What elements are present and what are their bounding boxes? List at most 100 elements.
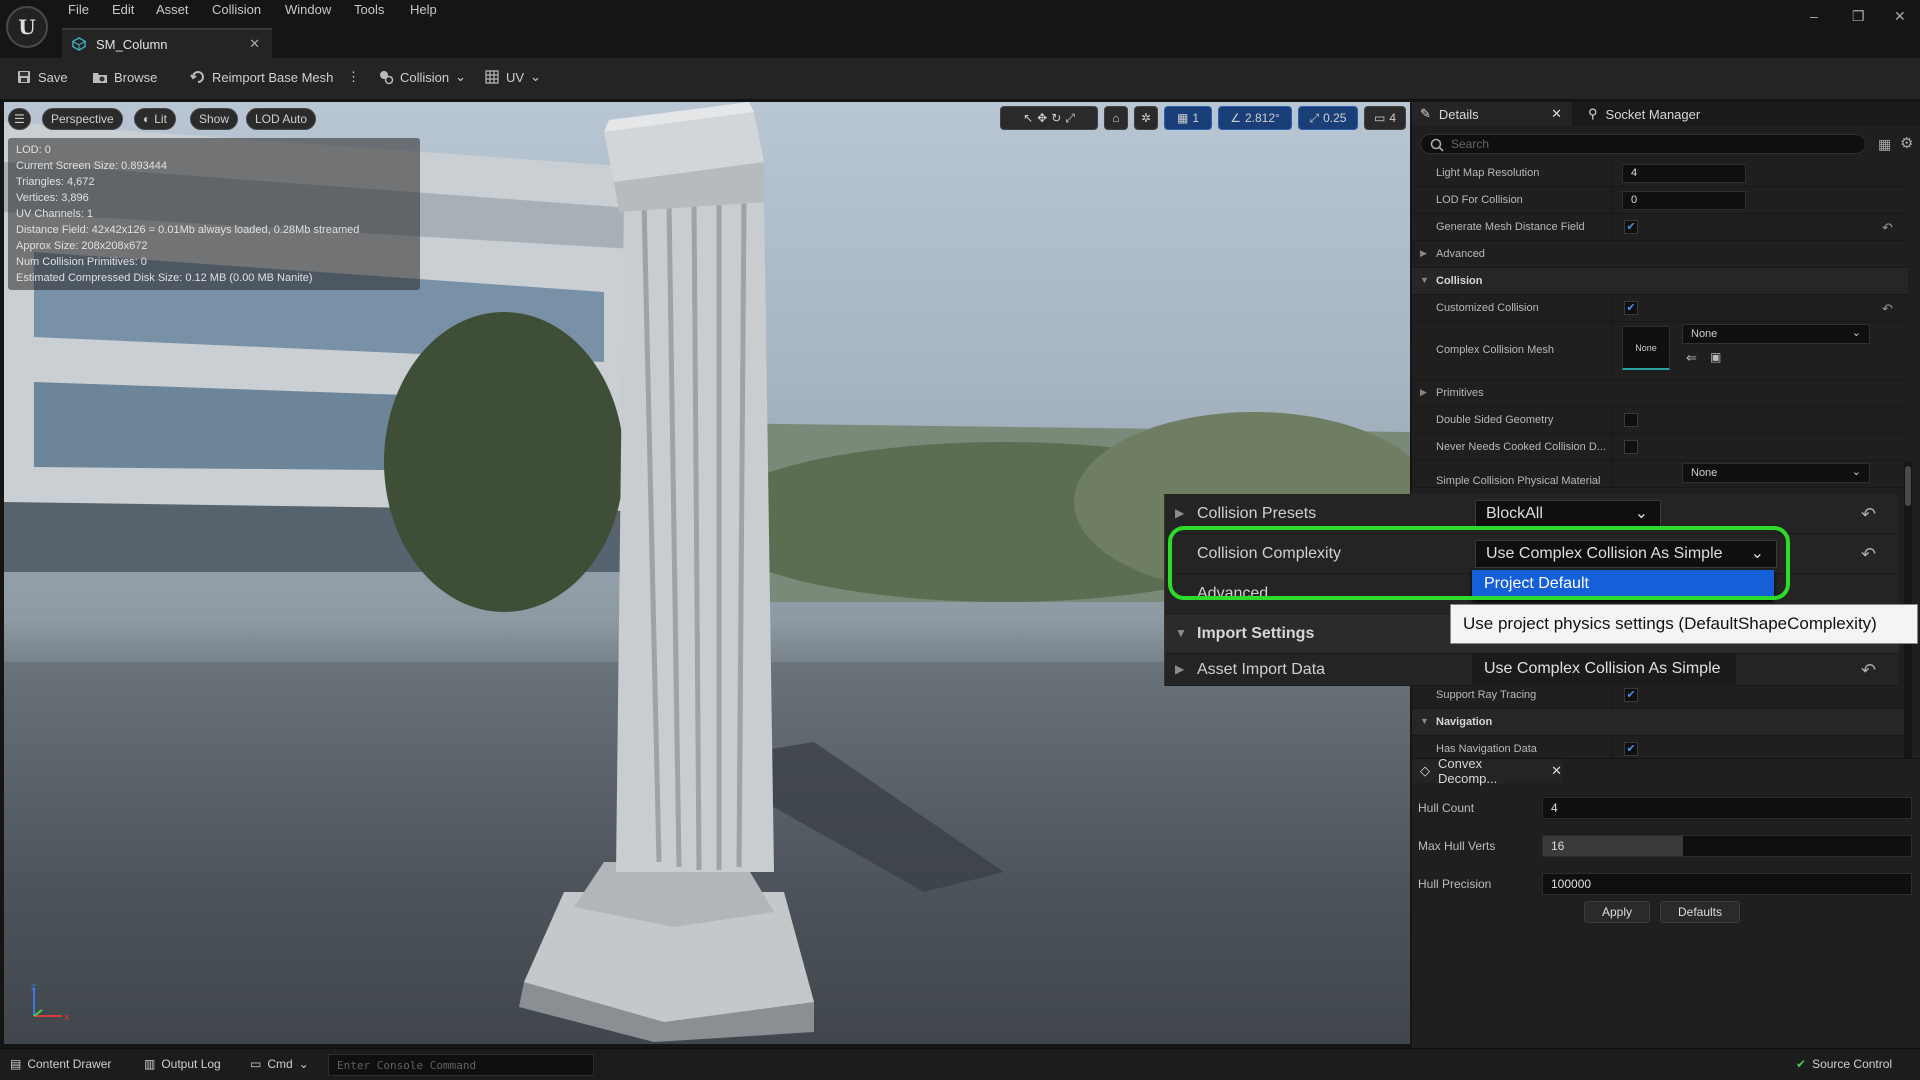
dropdown-option-project-default[interactable]: Project Default (1472, 570, 1774, 600)
chevron-down-icon: ⌄ (1750, 545, 1764, 562)
surface-snap-button[interactable]: ⌂ (1104, 106, 1128, 130)
more-options-icon[interactable]: ⋮ (347, 69, 360, 85)
light-map-resolution-input[interactable]: 4 (1622, 164, 1746, 183)
row-label: Collision Presets (1197, 505, 1317, 522)
chevron-down-icon: ⌄ (298, 1057, 309, 1071)
collision-label: Collision (400, 69, 450, 85)
reset-icon[interactable]: ↶ (1861, 504, 1876, 525)
terminal-icon: ▭ (250, 1057, 262, 1071)
tab-socket-manager[interactable]: ⚲ Socket Manager (1580, 102, 1740, 126)
browse-asset-icon[interactable]: ▣ (1710, 350, 1721, 364)
menu-file[interactable]: File (68, 2, 89, 17)
phys-material-select[interactable]: None ⌄ (1682, 463, 1870, 483)
browse-button[interactable]: Browse (92, 69, 157, 85)
row-support-ray-tracing: Support Ray Tracing ✔ (1412, 682, 1908, 709)
hull-count-label: Hull Count (1418, 801, 1475, 815)
stats-line: Current Screen Size: 0.893444 (16, 160, 168, 172)
customized-collision-checkbox[interactable]: ✔ (1624, 301, 1638, 315)
uv-grid-icon (485, 70, 499, 84)
chevron-down-icon: ⌄ (1634, 505, 1648, 522)
generate-distance-field-checkbox[interactable]: ✔ (1624, 220, 1638, 234)
lod-for-collision-input[interactable]: 0 (1622, 191, 1746, 210)
show-button[interactable]: Show (190, 108, 239, 130)
close-window-button[interactable]: ✕ (1894, 8, 1906, 25)
row-label: Advanced (1197, 585, 1269, 602)
hull-precision-input[interactable]: 100000 (1542, 873, 1912, 895)
stats-line: Triangles: 4,672 (16, 176, 95, 188)
camera-speed-button[interactable]: ▭ 4 (1364, 106, 1406, 130)
row-label: Light Map Resolution (1436, 167, 1540, 179)
collision-complexity-select[interactable]: Use Complex Collision As Simple ⌄ (1475, 540, 1777, 568)
section-navigation[interactable]: ▼ Navigation (1412, 709, 1908, 736)
select-value: None (1691, 467, 1718, 479)
row-label: Never Needs Cooked Collision D... (1436, 441, 1606, 453)
row-collision-presets: ▶ Collision Presets BlockAll ⌄ ↶ (1165, 494, 1899, 534)
lod-button[interactable]: LOD Auto (246, 108, 317, 130)
menu-asset[interactable]: Asset (156, 2, 189, 17)
chevron-down-icon: ⌄ (530, 69, 541, 84)
collision-presets-select[interactable]: BlockAll ⌄ (1475, 500, 1661, 528)
svg-text:x: x (64, 1012, 70, 1023)
search-input[interactable]: Search (1420, 134, 1866, 154)
reset-icon[interactable]: ↶ (1861, 660, 1876, 681)
apply-button[interactable]: Apply (1584, 901, 1650, 923)
viewport-menu-button[interactable]: ☰ (8, 108, 31, 130)
reset-icon[interactable]: ↶ (1882, 301, 1893, 317)
hull-count-input[interactable]: 4 (1542, 797, 1912, 819)
row-advanced[interactable]: ▶ Advanced (1412, 241, 1908, 268)
menu-help[interactable]: Help (410, 2, 437, 17)
source-control-button[interactable]: ✔ Source Control (1796, 1057, 1892, 1071)
double-sided-checkbox[interactable] (1624, 413, 1638, 427)
menu-tools[interactable]: Tools (354, 2, 384, 17)
menu-edit[interactable]: Edit (112, 2, 134, 17)
never-cooked-checkbox[interactable] (1624, 440, 1638, 454)
lit-icon: ◐ (143, 112, 151, 126)
perspective-button[interactable]: Perspective (42, 108, 123, 130)
row-generate-distance-field: Generate Mesh Distance Field ✔ ↶ (1412, 214, 1908, 241)
content-drawer-button[interactable]: ▤ Content Drawer (10, 1057, 111, 1071)
reset-icon[interactable]: ↶ (1882, 220, 1893, 236)
world-local-button[interactable]: ✲ (1134, 106, 1158, 130)
document-tab[interactable]: SM_Column ✕ (62, 28, 272, 58)
menu-window[interactable]: Window (285, 2, 331, 17)
row-primitives[interactable]: ▶ Primitives (1412, 380, 1908, 407)
mesh-thumbnail[interactable]: None (1622, 326, 1670, 370)
tab-details[interactable]: ✎ Details ✕ (1412, 102, 1572, 126)
hamburger-icon: ☰ (14, 112, 25, 126)
table-view-icon[interactable]: ▦ (1878, 136, 1891, 153)
minimize-button[interactable]: – (1810, 8, 1818, 24)
restore-button[interactable]: ❐ (1852, 8, 1865, 25)
scale-snap-button[interactable]: ⤢ 0.25 (1298, 106, 1358, 130)
tab-convex-decomposition[interactable]: ◇ Convex Decomp... ✕ (1412, 756, 1562, 786)
uv-menu-button[interactable]: UV ⌄ (484, 69, 541, 85)
reimport-button[interactable]: Reimport Base Mesh (190, 69, 333, 85)
dropdown-option-complex-as-simple[interactable]: Use Complex Collision As Simple (1472, 654, 1736, 686)
scale-icon: ⤢ (1065, 110, 1075, 125)
save-button[interactable]: Save (16, 69, 68, 85)
reset-icon[interactable]: ↶ (1861, 544, 1876, 565)
grid-snap-button[interactable]: ▦ 1 (1164, 106, 1212, 130)
collision-menu-button[interactable]: Collision ⌄ (378, 69, 466, 85)
close-tab-icon[interactable]: ✕ (249, 36, 260, 52)
close-icon[interactable]: ✕ (1551, 763, 1562, 779)
lit-button[interactable]: ◐ Lit (134, 108, 176, 130)
max-hull-verts-slider[interactable]: 16 (1542, 835, 1912, 857)
cmd-button[interactable]: ▭ Cmd ⌄ (250, 1057, 309, 1071)
defaults-button[interactable]: Defaults (1660, 901, 1740, 923)
expand-arrow-icon[interactable]: ▶ (1175, 506, 1184, 520)
rotation-snap-button[interactable]: ∠ 2.812° (1218, 106, 1292, 130)
close-icon[interactable]: ✕ (1551, 106, 1562, 122)
navigation-data-checkbox[interactable]: ✔ (1624, 742, 1638, 756)
unreal-logo-icon[interactable]: U (6, 6, 48, 48)
use-selected-icon[interactable]: ⇐ (1686, 350, 1697, 366)
ray-tracing-checkbox[interactable]: ✔ (1624, 688, 1638, 702)
scrollbar-thumb[interactable] (1905, 466, 1911, 506)
console-input[interactable]: Enter Console Command (328, 1054, 594, 1076)
rotation-snap-value: 2.812° (1244, 111, 1280, 125)
transform-tools[interactable]: ↖ ✥ ↻ ⤢ (1000, 106, 1098, 130)
section-collision[interactable]: ▼ Collision (1412, 268, 1908, 295)
output-log-button[interactable]: ▥ Output Log (144, 1057, 221, 1071)
menu-collision[interactable]: Collision (212, 2, 261, 17)
gear-icon[interactable]: ⚙ (1900, 134, 1913, 152)
complex-collision-mesh-select[interactable]: None ⌄ (1682, 324, 1870, 344)
